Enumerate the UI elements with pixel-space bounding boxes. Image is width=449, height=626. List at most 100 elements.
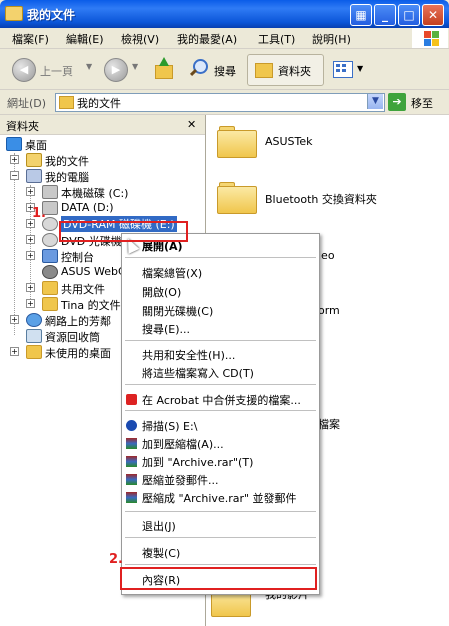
recycle-bin-icon [26,329,42,343]
menu-file[interactable]: 檔案(F) [12,31,49,47]
folder-icon [255,63,273,78]
up-folder-icon[interactable] [153,57,173,79]
tree-item-data-d[interactable]: + DATA (D:) [20,200,204,216]
folder-partial-label-1[interactable]: leo [318,249,335,262]
windows-logo-icon [412,28,448,48]
back-label[interactable]: 上一頁 [40,63,73,79]
hard-disk-icon [42,185,58,199]
expand-icon[interactable]: + [26,283,35,292]
folder-bluetooth-label[interactable]: Bluetooth 交換資料夾 [265,191,377,207]
back-dropdown-icon[interactable]: ▼ [86,62,92,71]
folder-icon[interactable] [217,182,257,214]
tree-item-desktop[interactable]: 桌面 [4,136,204,152]
toolbar: ◀ 上一頁 ▼ ▶ ▼ 搜尋 [0,49,449,90]
tree-item-my-computer[interactable]: − 我的電腦 [4,168,204,184]
expand-icon[interactable]: + [10,347,19,356]
close-button[interactable]: ✕ [422,4,444,26]
address-input[interactable]: 我的文件 [55,93,385,112]
close-pane-icon[interactable]: ✕ [187,118,196,131]
tree-item-asus-webcam[interactable]: ASUS WebC [20,264,126,280]
menu-edit[interactable]: 編輯(E) [66,31,104,47]
search-label[interactable]: 搜尋 [214,63,236,79]
menu-item-open[interactable]: 開啟(O) [142,284,181,300]
scan-icon [126,420,137,431]
folder-asustek-label[interactable]: ASUSTek [265,135,313,148]
menu-tools[interactable]: 工具(T) [258,31,295,47]
folder-partial-label-3[interactable]: 檔案 [318,416,340,432]
menu-item-copy[interactable]: 複製(C) [142,545,180,561]
folders-label: 資料夾 [278,65,311,78]
maximize-button[interactable]: □ [398,4,420,26]
tree-item-recycle-bin[interactable]: 資源回收筒 [4,328,120,344]
expand-icon[interactable]: + [26,251,35,260]
annotation-step-1: 1. [32,206,46,221]
folder-partial-label-2[interactable]: orm [318,304,340,317]
menu-item-add-archive[interactable]: 加到壓縮檔(A)... [142,436,224,452]
menu-item-close-drive[interactable]: 關閉光碟機(C) [142,303,213,319]
tree-item-local-disk-c[interactable]: + 本機磁碟 (C:) [20,184,204,200]
back-arrow-icon[interactable]: ◀ [12,58,36,82]
desktop-icon [6,137,22,151]
menu-item-scan[interactable]: 掃描(S) E:\ [142,418,197,434]
menu-help[interactable]: 說明(H) [312,31,351,47]
folder-icon [5,6,23,21]
menu-favorites[interactable]: 我的最愛(A) [177,31,237,47]
address-dropdown-icon[interactable]: ▼ [367,94,383,109]
views-dropdown-icon[interactable]: ▼ [357,64,363,73]
annotation-box-dvd-ram [59,221,188,242]
folder-icon [26,345,42,359]
address-label: 網址(D) [7,97,47,110]
winrar-icon [126,438,137,449]
title-bar[interactable]: 我的文件 ▦ _ □ ✕ [0,0,449,28]
tree-item-control-panel[interactable]: + 控制台 [20,248,120,264]
expand-icon[interactable]: + [26,299,35,308]
explorer-window: 我的文件 ▦ _ □ ✕ 檔案(F) 編輯(E) 檢視(V) 我的最愛(A) 工… [0,0,449,626]
forward-arrow-icon[interactable]: ▶ [104,58,128,82]
expand-icon[interactable]: + [26,235,35,244]
address-value: 我的文件 [77,97,121,110]
go-label[interactable]: 移至 [411,95,433,111]
tree-item-shared-documents[interactable]: + 共用文件 [20,280,120,296]
folder-icon [42,281,58,295]
collapse-icon[interactable]: − [10,171,19,180]
annotation-box-properties [120,567,317,590]
menu-item-sharing-security[interactable]: 共用和安全性(H)... [142,347,235,363]
menu-view[interactable]: 檢視(V) [121,31,159,47]
folder-pane-header: 資料夾 ✕ [0,115,205,135]
my-documents-icon [59,96,74,109]
tree-item-my-documents[interactable]: + 我的文件 [4,152,204,168]
window-title: 我的文件 [27,8,76,22]
context-menu: 展開(A) 檔案總管(X) 開啟(O) 關閉光碟機(C) 搜尋(E)... 共用… [121,233,320,595]
menu-item-eject[interactable]: 退出(J) [142,518,176,534]
dvd-drive-icon [42,233,58,247]
forward-dropdown-icon[interactable]: ▼ [132,62,138,71]
menu-item-add-archive-rar[interactable]: 加到 "Archive.rar"(T) [142,454,253,470]
go-arrow-icon[interactable]: ➔ [388,93,406,111]
minimize-button[interactable]: _ [374,4,396,26]
menu-item-search[interactable]: 搜尋(E)... [142,321,190,337]
my-documents-icon [26,153,42,167]
search-icon[interactable] [189,58,209,78]
menu-item-explorer[interactable]: 檔案總管(X) [142,265,202,281]
tree-item-network-places[interactable]: + 網路上的芳鄰 [4,312,120,328]
folders-button[interactable]: 資料夾 [247,54,324,86]
control-panel-icon [42,249,58,263]
menu-item-acrobat-combine[interactable]: 在 Acrobat 中合併支援的檔案... [142,392,301,408]
tree-item-unused-desktop[interactable]: + 未使用的桌面 [4,344,120,360]
winrar-icon [126,456,137,467]
tree-item-tina-documents[interactable]: + Tina 的文件 [20,296,121,312]
folder-icon[interactable] [217,126,257,158]
folder-pane-title: 資料夾 [6,120,39,133]
annotation-step-2: 2. [109,552,123,567]
views-icon[interactable] [333,61,353,78]
tile-windows-button[interactable]: ▦ [350,4,372,26]
menu-item-write-cd[interactable]: 將這些檔案寫入 CD(T) [142,365,254,381]
my-computer-icon [26,169,42,183]
expand-icon[interactable]: + [10,315,19,324]
menu-item-compress-email[interactable]: 壓縮並發郵件... [142,472,219,488]
expand-icon[interactable]: + [26,187,35,196]
webcam-icon [42,265,58,279]
expand-icon[interactable]: + [10,155,19,164]
menu-item-compress-rar-email[interactable]: 壓縮成 "Archive.rar" 並發郵件 [142,490,297,506]
network-icon [26,313,42,327]
